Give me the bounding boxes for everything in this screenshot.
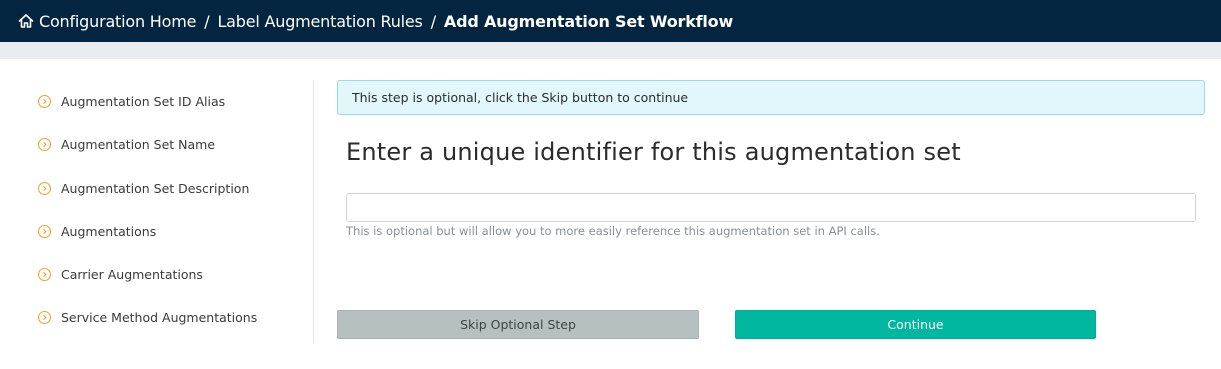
- breadcrumb-configuration-home[interactable]: Configuration Home: [39, 12, 196, 31]
- chevron-right-circle-icon: [38, 310, 51, 324]
- step-label: Carrier Augmentations: [61, 266, 203, 282]
- alert-text: This step is optional, click the Skip bu…: [352, 90, 689, 105]
- step-carrier-augmentations[interactable]: Carrier Augmentations: [38, 265, 203, 283]
- chevron-right-circle-icon: [38, 94, 51, 108]
- step-label: Augmentations: [61, 223, 157, 239]
- chevron-right-circle-icon: [38, 224, 51, 238]
- step-label: Augmentation Set Description: [61, 180, 250, 196]
- input-hint: This is optional but will allow you to m…: [346, 224, 880, 238]
- step-service-method-augmentations[interactable]: Service Method Augmentations: [38, 308, 257, 326]
- step-augmentations[interactable]: Augmentations: [38, 222, 156, 240]
- chevron-right-circle-icon: [38, 181, 51, 195]
- sub-header-strip: [0, 42, 1221, 59]
- breadcrumb-separator: /: [204, 11, 210, 31]
- workflow-steps-sidebar: [0, 80, 314, 343]
- step-augmentation-set-id-alias[interactable]: Augmentation Set ID Alias: [38, 92, 225, 110]
- step-label: Augmentation Set Name: [61, 136, 216, 152]
- step-label: Service Method Augmentations: [61, 309, 258, 325]
- step-label: Augmentation Set ID Alias: [61, 93, 226, 109]
- optional-step-alert: This step is optional, click the Skip bu…: [337, 80, 1205, 115]
- breadcrumb-separator: /: [430, 11, 436, 31]
- step-augmentation-set-description[interactable]: Augmentation Set Description: [38, 179, 249, 197]
- home-icon[interactable]: [17, 12, 35, 30]
- skip-optional-step-button[interactable]: Skip Optional Step: [337, 310, 699, 339]
- continue-button[interactable]: Continue: [735, 310, 1096, 339]
- breadcrumb-current-page: Add Augmentation Set Workflow: [443, 11, 734, 31]
- step-augmentation-set-name[interactable]: Augmentation Set Name: [38, 135, 215, 153]
- header-bar: Configuration Home / Label Augmentation …: [0, 0, 1221, 42]
- breadcrumb-label-augmentation-rules[interactable]: Label Augmentation Rules: [217, 12, 422, 31]
- page-title: Enter a unique identifier for this augme…: [346, 138, 961, 166]
- identifier-input[interactable]: [346, 193, 1196, 222]
- chevron-right-circle-icon: [38, 267, 51, 281]
- chevron-right-circle-icon: [38, 137, 51, 151]
